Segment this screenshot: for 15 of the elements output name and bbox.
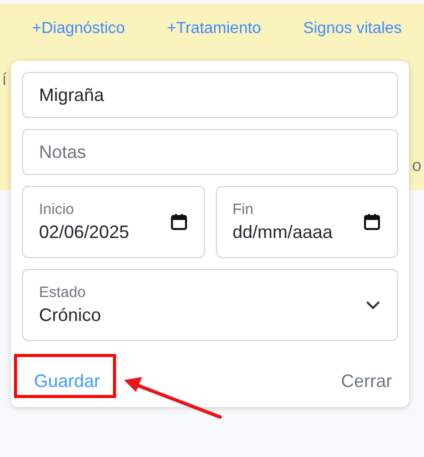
date-field[interactable]: Inicio 02/06/2025 <box>22 186 204 258</box>
partial-text: í <box>2 70 7 90</box>
toolbar-link[interactable]: Signos vitales <box>303 20 402 38</box>
select-field[interactable]: Estado Crónico <box>22 269 398 341</box>
chevron-down-icon[interactable] <box>365 300 381 310</box>
close-button[interactable]: Cerrar <box>334 367 398 396</box>
calendar-icon[interactable] <box>363 213 381 231</box>
toolbar-link[interactable]: +Tratamiento <box>166 20 262 38</box>
input-field[interactable]: Migraña <box>22 72 398 118</box>
calendar-icon[interactable] <box>170 213 188 231</box>
toolbar-link[interactable]: +Diagnóstico <box>32 20 125 38</box>
date-field[interactable]: Fin dd/mm/aaaa <box>216 186 398 258</box>
save-button[interactable]: Guardar <box>28 367 106 396</box>
partial-text: o <box>412 156 422 176</box>
input-field[interactable]: Notas <box>22 129 398 175</box>
